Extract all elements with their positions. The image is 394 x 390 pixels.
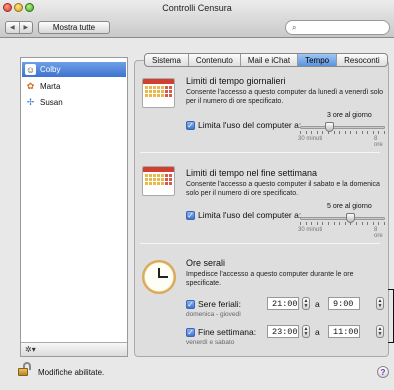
search-input[interactable]: ⌕	[285, 20, 390, 35]
weekend-bedtime-checkbox[interactable]: ✓ Fine settimana:	[186, 327, 256, 337]
checkbox-label: Limita l'uso del computer a:	[198, 120, 302, 130]
checkmark-icon: ✓	[186, 120, 195, 130]
checkmark-icon: ✓	[186, 210, 195, 220]
time-range-separator: a	[315, 299, 320, 309]
user-name: Marta	[40, 82, 61, 91]
dragonfly-icon: ✢	[26, 97, 35, 107]
divider	[140, 152, 380, 153]
tab-contenuto[interactable]: Contenuto	[187, 54, 240, 66]
divider	[140, 243, 380, 244]
user-list: ☺ Colby ✿ Marta ✢ Susan ✲▾	[20, 57, 128, 357]
weekend-end-time[interactable]: 11:00	[328, 325, 360, 338]
tab-sistema[interactable]: Sistema	[145, 54, 188, 66]
time-range-separator: a	[315, 327, 320, 337]
user-item-marta[interactable]: ✿ Marta	[22, 79, 126, 94]
search-icon: ⌕	[292, 23, 297, 32]
weekend-limit-checkbox[interactable]: ✓ Limita l'uso del computer a:	[186, 210, 301, 220]
slider-max-label: 8 ore	[374, 227, 383, 239]
school-nights-start-time[interactable]: 21:00	[267, 297, 299, 310]
back-arrow-icon[interactable]: ◀	[6, 22, 19, 33]
section-title: Limiti di tempo giornalieri	[186, 76, 286, 86]
school-nights-end-time[interactable]: 9:00	[328, 297, 360, 310]
section-title: Ore serali	[186, 258, 226, 268]
start-time-stepper[interactable]: ▲ ▼	[302, 297, 310, 310]
user-item-susan[interactable]: ✢ Susan	[22, 95, 126, 110]
butterfly-icon: ✿	[26, 81, 35, 91]
forward-arrow-icon[interactable]: ▶	[18, 22, 33, 33]
robot-icon: ☺	[25, 64, 36, 75]
weekend-limits-section: Limiti di tempo nel fine settimana Conse…	[140, 160, 385, 240]
school-nights-checkbox[interactable]: ✓ Sere feriali:	[186, 299, 241, 309]
section-title: Limiti di tempo nel fine settimana	[186, 168, 318, 178]
checkbox-label: Limita l'uso del computer a:	[198, 210, 302, 220]
checkmark-icon: ✓	[186, 327, 195, 337]
lock-icon[interactable]	[18, 362, 32, 376]
tab-resoconti[interactable]: Resoconti	[336, 54, 387, 66]
calendar-icon	[142, 166, 175, 196]
section-description: Impedisce l'accesso a questo computer du…	[186, 271, 354, 287]
weekday-time-slider[interactable]	[300, 122, 385, 134]
slider-value-label: 3 ore al giorno	[327, 112, 372, 119]
start-time-stepper[interactable]: ▲ ▼	[302, 325, 310, 338]
window-title: Controlli Censura	[162, 3, 232, 13]
user-item-colby[interactable]: ☺ Colby	[22, 62, 126, 77]
slider-min-label: 30 minuti	[298, 136, 323, 142]
tab-bar: Sistema Contenuto Mail e iChat Tempo Res…	[144, 53, 388, 67]
weekday-limit-checkbox[interactable]: ✓ Limita l'uso del computer a:	[186, 120, 301, 130]
back-forward-buttons: ◀ ▶	[5, 21, 33, 34]
slider-value-label: 5 ore al giorno	[327, 203, 372, 210]
end-time-stepper[interactable]: ▲ ▼	[376, 297, 384, 310]
user-name: Susan	[40, 98, 63, 107]
slider-thumb[interactable]	[325, 122, 334, 132]
title-bar: Controlli Censura ◀ ▶ Mostra tutte ⌕	[0, 0, 394, 38]
section-description: Consente l'accesso a questo computer il …	[186, 181, 380, 197]
weekend-bedtime-subtitle: venerdì e sabato	[186, 339, 235, 346]
gear-icon[interactable]: ✲▾	[25, 345, 36, 354]
end-time-stepper[interactable]: ▲ ▼	[376, 325, 384, 338]
bracket-decoration	[388, 289, 394, 343]
school-nights-subtitle: domenica - giovedì	[186, 311, 241, 318]
section-description: Consente l'accesso a questo computer da …	[186, 89, 384, 105]
help-button[interactable]: ?	[377, 366, 389, 378]
lock-status-label: Modifiche abilitate.	[38, 368, 105, 377]
tab-mail-ichat[interactable]: Mail e iChat	[239, 54, 297, 66]
tab-tempo[interactable]: Tempo	[297, 54, 337, 66]
weekday-limits-section: Limiti di tempo giornalieri Consente l'a…	[140, 72, 385, 152]
checkbox-label: Fine settimana:	[198, 327, 257, 337]
user-name: Colby	[40, 65, 61, 74]
checkmark-icon: ✓	[186, 299, 195, 309]
checkbox-label: Sere feriali:	[198, 299, 241, 309]
clock-icon	[142, 260, 176, 294]
bedtime-section: Ore serali Impedisce l'accesso a questo …	[140, 250, 384, 350]
slider-max-label: 8 ore	[374, 136, 383, 148]
calendar-icon	[142, 78, 175, 108]
weekend-time-slider[interactable]	[300, 213, 385, 225]
sidebar-footer: ✲▾	[21, 342, 127, 356]
weekend-start-time[interactable]: 23:00	[267, 325, 299, 338]
slider-thumb[interactable]	[346, 213, 355, 223]
show-all-button[interactable]: Mostra tutte	[38, 21, 110, 34]
slider-min-label: 30 minuti	[298, 227, 323, 233]
